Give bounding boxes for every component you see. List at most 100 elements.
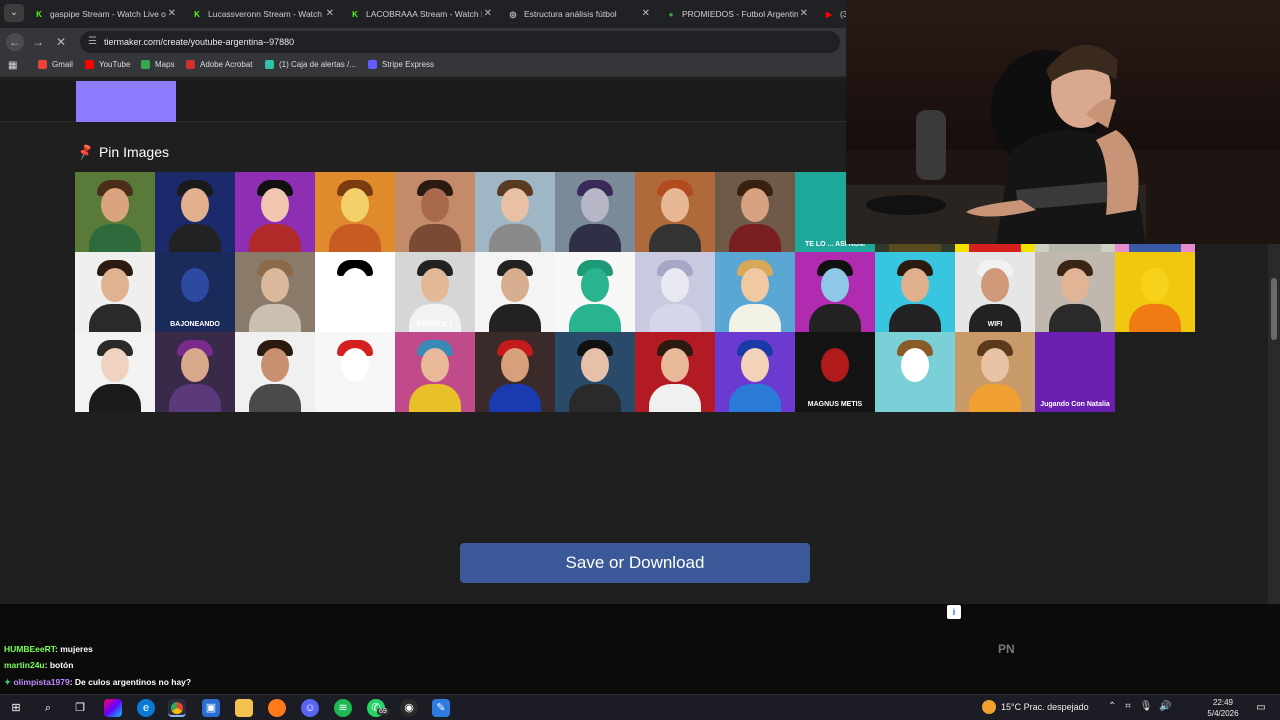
pin-image-tile[interactable] (555, 332, 635, 412)
browser-tab[interactable]: ▶ (3 (816, 0, 846, 28)
ad-info-icon[interactable]: i (947, 605, 961, 619)
pin-image-tile[interactable] (555, 252, 635, 332)
pin-image-tile[interactable] (395, 172, 475, 252)
pin-image-tile[interactable] (235, 332, 315, 412)
weather-icon (982, 700, 996, 714)
network-icon[interactable]: ⌗ (1125, 701, 1131, 712)
pin-image-tile[interactable] (75, 332, 155, 412)
pin-image-tile[interactable]: Jugando Con Natalia (1035, 332, 1115, 412)
browser-tab[interactable]: ● PROMIEDOS - Futbol Argentino ✕ (658, 0, 816, 28)
pin-image-tile[interactable] (875, 332, 955, 412)
pin-image-tile[interactable]: MAGNUS METIS (795, 332, 875, 412)
bookmark-item[interactable]: Maps (141, 60, 175, 69)
pin-image-tile[interactable] (875, 252, 955, 332)
discord-icon[interactable]: ☺ (301, 699, 319, 717)
pin-image-tile[interactable] (75, 252, 155, 332)
pin-image-tile[interactable] (315, 172, 395, 252)
notifications-icon[interactable]: ▭ (1252, 699, 1270, 717)
chat-username[interactable]: martin24u (4, 660, 45, 670)
bookmark-favicon-icon (141, 60, 150, 69)
reload-icon[interactable]: ✕ (52, 33, 70, 51)
pin-image-tile[interactable] (555, 172, 635, 252)
scrollbar-thumb[interactable] (1271, 278, 1277, 340)
tab-close-icon[interactable]: ✕ (800, 8, 808, 19)
app-icon[interactable]: ✎ (432, 699, 450, 717)
pin-image-tile[interactable] (235, 252, 315, 332)
pin-image-tile[interactable]: BRONCE 1 (395, 252, 475, 332)
chrome-browser-icon[interactable] (168, 699, 186, 717)
pin-image-tile[interactable] (1035, 252, 1115, 332)
bookmark-favicon-icon (368, 60, 377, 69)
forward-button[interactable]: → (29, 33, 47, 51)
spotify-icon[interactable]: ≋ (334, 699, 352, 717)
back-button[interactable]: ← (6, 33, 24, 51)
pin-image-tile[interactable] (475, 172, 555, 252)
browser-tab[interactable]: ◎ Estructura análisis fútbol ✕ (500, 0, 658, 28)
bookmark-item[interactable]: YouTube (85, 60, 130, 69)
tile-body (569, 224, 621, 252)
pin-image-tile[interactable] (795, 252, 875, 332)
microphone-icon[interactable]: 🎙 (1140, 701, 1153, 712)
stream-chat-panel: HUMBEeeRT: mujeres martin24u: botón ✦ olim… (0, 604, 1280, 694)
weather-widget[interactable]: 15°C Prac. despejado (982, 700, 1089, 714)
pin-image-tile[interactable]: WIFI (955, 252, 1035, 332)
tab-close-icon[interactable]: ✕ (642, 8, 650, 19)
browser-tab[interactable]: Kgaspipe Stream - Watch Live on ✕ (26, 0, 184, 28)
pin-image-tile[interactable] (395, 332, 475, 412)
apps-grid-icon[interactable]: ▦ (8, 60, 17, 71)
volume-icon[interactable]: 🔊 (1159, 701, 1171, 712)
copilot-icon[interactable] (104, 699, 122, 717)
start-windows-icon[interactable]: ⊞ (7, 699, 25, 717)
chat-text: : botón (44, 660, 74, 670)
bookmark-item[interactable]: (1) Caja de alertas /... (265, 60, 356, 69)
bookmark-item[interactable]: Stripe Express (368, 60, 434, 69)
tab-close-icon[interactable]: ✕ (168, 8, 176, 19)
task-view-icon[interactable]: ❐ (71, 699, 89, 717)
save-or-download-button[interactable]: Save or Download (460, 543, 810, 583)
tab-search-button[interactable]: ⌄ (4, 4, 24, 22)
browser-tab[interactable]: K LACOBRAAA Stream - Watch Li ✕ (342, 0, 500, 28)
tile-body (89, 304, 141, 332)
pin-image-tile[interactable] (315, 252, 395, 332)
pin-image-tile[interactable] (715, 252, 795, 332)
pin-image-tile[interactable] (75, 172, 155, 252)
bookmark-favicon-icon (186, 60, 195, 69)
tab-close-icon[interactable]: ✕ (484, 8, 492, 19)
tile-face (181, 348, 209, 382)
pin-image-tile[interactable] (635, 332, 715, 412)
system-tray[interactable]: ⌃ ⌗ 🎙 🔊 (1108, 701, 1172, 712)
tier-label-block[interactable] (76, 81, 176, 122)
address-bar[interactable]: ☰ tiermaker.com/create/youtube-argentina… (80, 31, 840, 53)
pin-image-tile[interactable] (715, 172, 795, 252)
obs-icon[interactable]: ◉ (400, 699, 418, 717)
store-icon[interactable]: ▣ (202, 699, 220, 717)
chat-username[interactable]: olimpista1979 (13, 677, 69, 687)
tile-body (1049, 304, 1101, 332)
chat-username[interactable]: HUMBEeeRT (4, 644, 55, 654)
pin-image-tile[interactable] (315, 332, 395, 412)
edge-browser-icon[interactable]: e (137, 699, 155, 717)
pin-image-tile[interactable] (475, 252, 555, 332)
search-icon[interactable]: ⌕ (39, 699, 57, 717)
pin-image-tile[interactable] (475, 332, 555, 412)
site-info-icon[interactable]: ☰ (88, 31, 97, 53)
tray-chevron-icon[interactable]: ⌃ (1108, 701, 1116, 712)
bookmark-label: Stripe Express (382, 60, 435, 69)
bookmark-item[interactable]: Adobe Acrobat (186, 60, 252, 69)
firefox-icon[interactable] (268, 699, 286, 717)
file-explorer-icon[interactable] (235, 699, 253, 717)
pin-image-tile[interactable] (715, 332, 795, 412)
clock[interactable]: 22:49 5/4/2026 (1200, 697, 1246, 719)
bookmark-item[interactable]: Gmail (38, 60, 73, 69)
pin-image-tile[interactable] (1115, 252, 1195, 332)
pin-image-tile[interactable] (955, 332, 1035, 412)
tab-close-icon[interactable]: ✕ (326, 8, 334, 19)
pin-image-tile[interactable] (235, 172, 315, 252)
browser-tab[interactable]: K Lucassveronn Stream - Watch L ✕ (184, 0, 342, 28)
pin-image-tile[interactable]: BAJONEANDO (155, 252, 235, 332)
pin-image-tile[interactable] (635, 252, 715, 332)
pin-image-tile[interactable] (155, 172, 235, 252)
pin-image-tile[interactable] (155, 332, 235, 412)
tile-body (889, 384, 941, 412)
pin-image-tile[interactable] (635, 172, 715, 252)
